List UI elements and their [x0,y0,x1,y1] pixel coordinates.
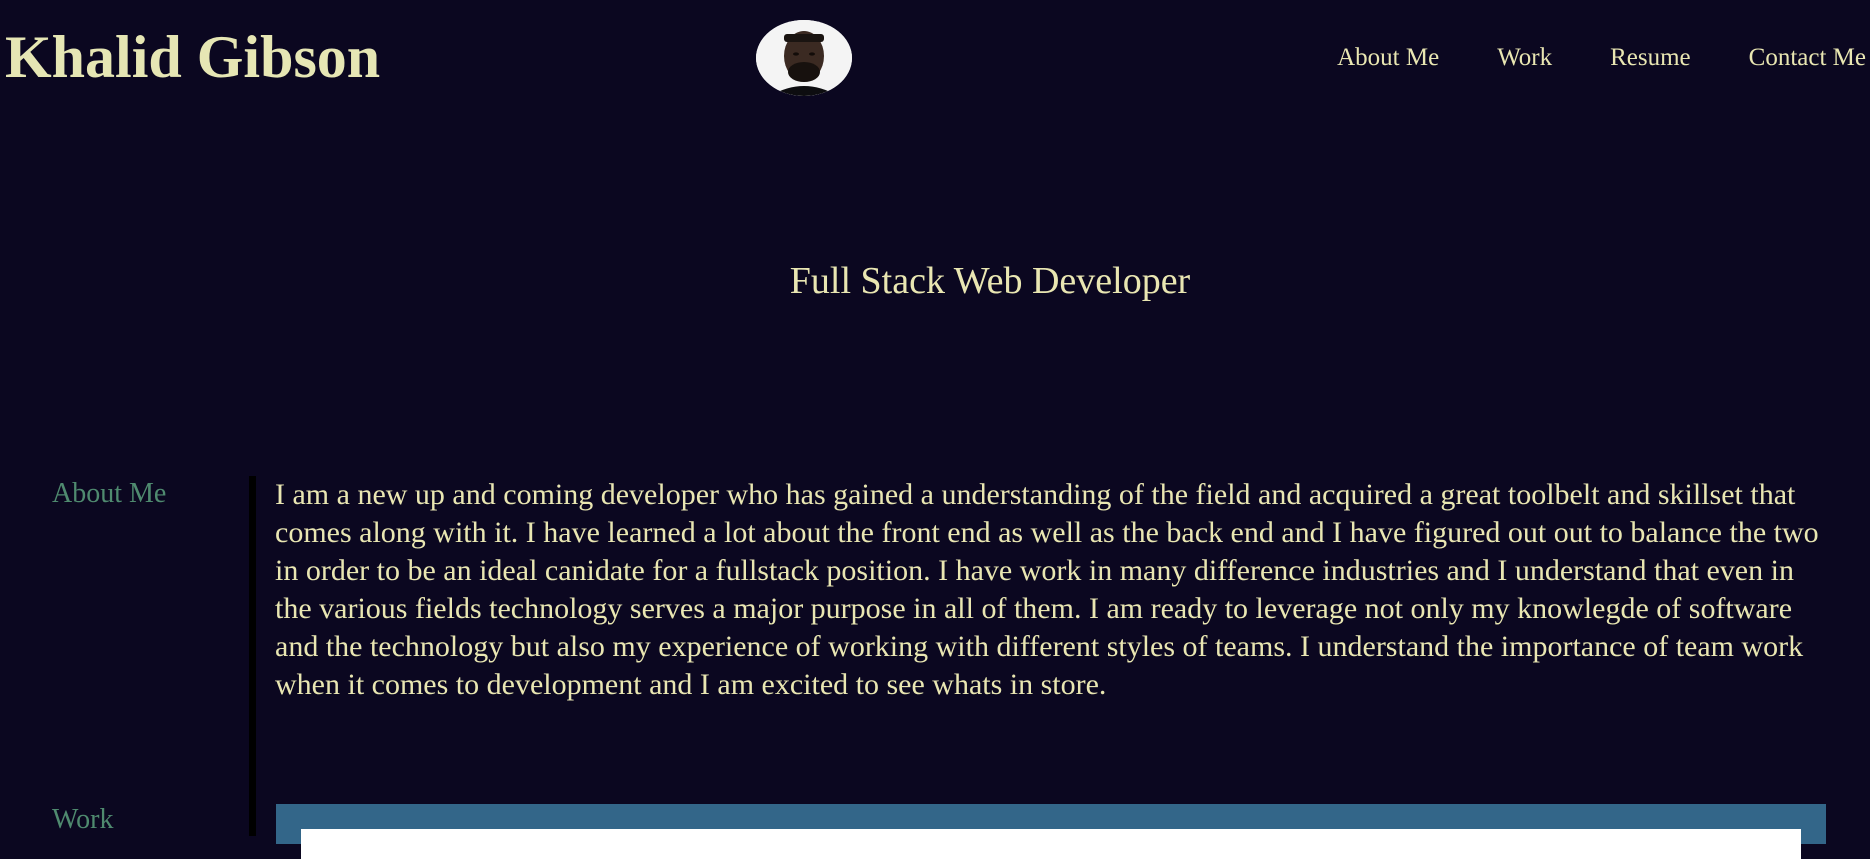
hero-tagline: Full Stack Web Developer [789,260,1191,302]
avatar [756,20,852,96]
nav-about-me[interactable]: About Me [1337,40,1439,76]
nav-contact-me[interactable]: Contact Me [1749,40,1866,76]
section-divider [249,476,256,836]
site-header: Khalid Gibson About Me Work Resume Conta… [0,0,1870,120]
main-nav: About Me Work Resume Contact Me [1279,40,1866,76]
site-name: Khalid Gibson [5,24,381,90]
profile-photo-icon [756,20,852,96]
nav-resume[interactable]: Resume [1610,40,1691,76]
work-section-label: Work [52,804,114,835]
work-card[interactable] [301,829,1801,859]
work-panel [276,804,1826,859]
about-section-label: About Me [52,478,167,509]
about-text: I am a new up and coming developer who h… [275,478,1819,701]
nav-work[interactable]: Work [1497,40,1552,76]
